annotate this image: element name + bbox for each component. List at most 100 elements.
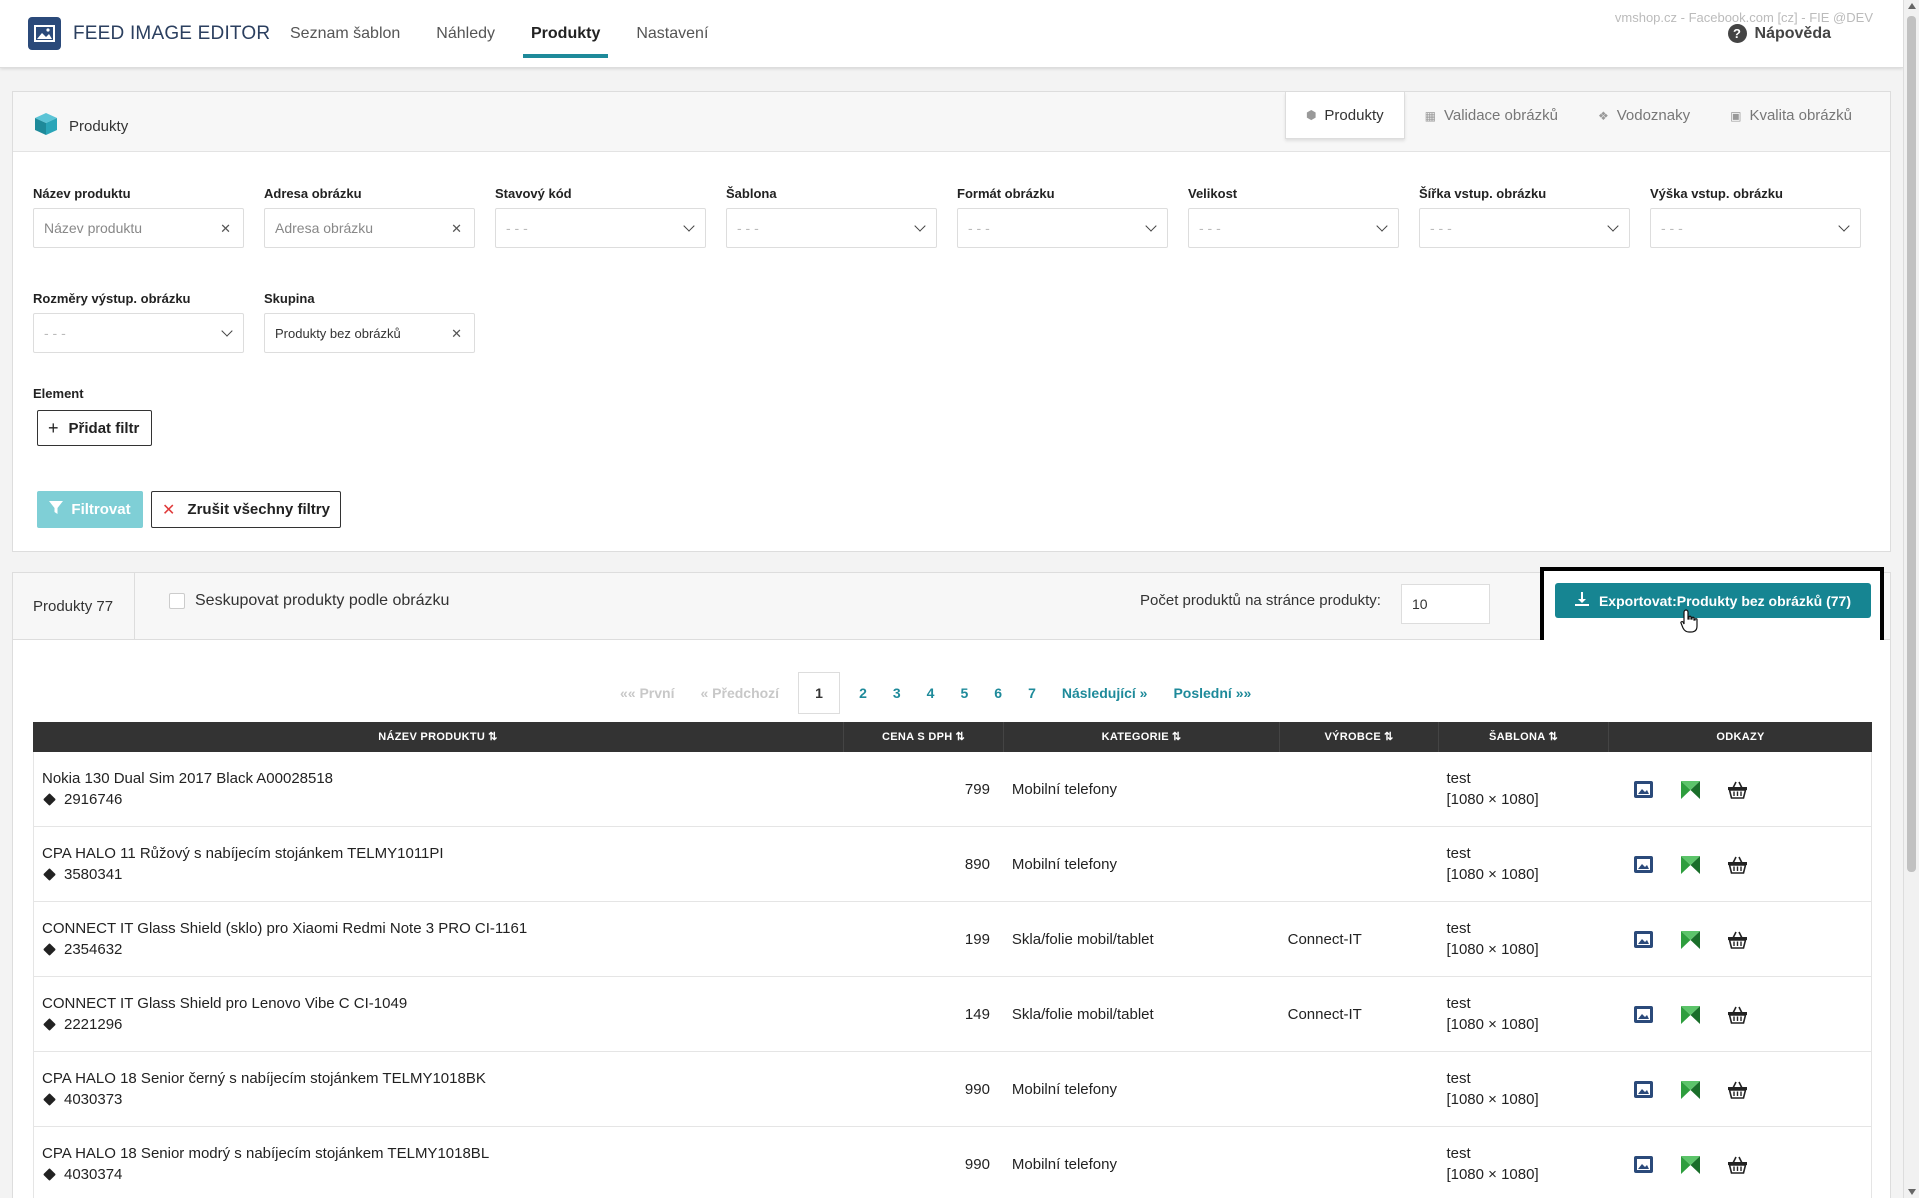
tab-image-quality[interactable]: ▣ Kvalita obrázků (1710, 92, 1872, 139)
per-page-input[interactable]: 10 (1401, 584, 1490, 624)
page-scrollbar[interactable] (1903, 0, 1919, 1198)
image-preview-icon[interactable] (1633, 1079, 1654, 1100)
nav-item-settings[interactable]: Nastavení (618, 0, 726, 68)
image-preview-icon[interactable] (1633, 854, 1654, 875)
cell-price: 149 (964, 1005, 990, 1023)
image-preview-icon[interactable] (1633, 929, 1654, 950)
download-icon (1574, 592, 1589, 609)
scroll-down-icon[interactable] (1908, 1189, 1916, 1195)
group-by-image-checkbox[interactable] (169, 593, 185, 609)
heureka-icon[interactable] (1680, 1004, 1701, 1025)
sort-icon[interactable]: ⇅ (955, 731, 965, 743)
status-code-select[interactable]: - - - (495, 208, 706, 248)
tab-watermarks-label: Vodoznaky (1616, 107, 1691, 124)
tab-watermarks[interactable]: ❖ Vodoznaky (1578, 92, 1710, 139)
filter-card-title-text: Produkty (69, 117, 129, 135)
cell-links (1608, 854, 1871, 875)
pager-page-4[interactable]: 4 (914, 673, 948, 713)
pager-page-6[interactable]: 6 (981, 673, 1015, 713)
nav-item-previews[interactable]: Náhledy (418, 0, 513, 68)
nav-item-products[interactable]: Produkty (513, 0, 618, 68)
heureka-icon[interactable] (1680, 1154, 1701, 1175)
pager-page-3[interactable]: 3 (880, 673, 914, 713)
cell-price: 990 (964, 1155, 990, 1173)
product-name[interactable]: CPA HALO 18 Senior černý s nabíjecím sto… (42, 1068, 844, 1089)
basket-icon[interactable] (1727, 1079, 1748, 1100)
pager-last[interactable]: Poslední »» (1160, 673, 1264, 713)
template-label: Šablona (726, 186, 777, 201)
shop-context-note: vmshop.cz - Facebook.com [cz] - FIE @DEV (1614, 10, 1873, 25)
clear-all-filters-button[interactable]: ✕ Zrušit všechny filtry (151, 491, 341, 528)
input-width-select[interactable]: - - - (1419, 208, 1630, 248)
product-name[interactable]: CONNECT IT Glass Shield (sklo) pro Xiaom… (42, 918, 844, 939)
cell-links (1608, 1154, 1871, 1175)
heureka-icon[interactable] (1680, 1079, 1701, 1100)
image-preview-icon[interactable] (1633, 1154, 1654, 1175)
sort-icon[interactable]: ⇅ (1548, 731, 1558, 743)
sort-icon[interactable]: ⇅ (1384, 731, 1394, 743)
image-preview-icon[interactable] (1633, 1004, 1654, 1025)
filter-button-label: Filtrovat (71, 501, 131, 518)
plus-icon: + (48, 417, 59, 438)
brand[interactable]: FEED IMAGE EDITOR (28, 17, 270, 50)
col-header-category[interactable]: KATEGORIE ⇅ (1004, 722, 1280, 752)
col-header-name[interactable]: NÁZEV PRODUKTU ⇅ (33, 722, 844, 752)
col-header-manufacturer[interactable]: VÝROBCE ⇅ (1280, 722, 1439, 752)
pager-next[interactable]: Následující » (1049, 673, 1161, 713)
product-name[interactable]: CPA HALO 18 Senior modrý s nabíjecím sto… (42, 1143, 844, 1164)
product-name[interactable]: Nokia 130 Dual Sim 2017 Black A00028518 (42, 768, 844, 789)
group-by-image-toggle[interactable]: Seskupovat produkty podle obrázku (169, 592, 449, 610)
template-name: test (1446, 1145, 1471, 1162)
pager-page-5[interactable]: 5 (947, 673, 981, 713)
scroll-thumb[interactable] (1907, 16, 1916, 872)
col-header-price[interactable]: CENA S DPH ⇅ (844, 722, 1004, 752)
help-link[interactable]: ? Nápověda (1727, 24, 1831, 43)
basket-icon[interactable] (1727, 929, 1748, 950)
main-nav: Seznam šablon Náhledy Produkty Nastavení (272, 0, 726, 68)
pager-prev[interactable]: « Předchozí (687, 673, 792, 713)
basket-icon[interactable] (1727, 779, 1748, 800)
pager-page-1[interactable]: 1 (798, 672, 841, 714)
output-dims-select[interactable]: - - - (33, 313, 244, 353)
product-name[interactable]: CONNECT IT Glass Shield pro Lenovo Vibe … (42, 993, 844, 1014)
image-url-input[interactable]: Adresa obrázku ✕ (264, 208, 475, 248)
nav-item-templates[interactable]: Seznam šablon (272, 0, 418, 68)
col-header-template[interactable]: ŠABLONA ⇅ (1439, 722, 1609, 752)
clear-icon[interactable]: ✕ (451, 326, 462, 342)
heureka-icon[interactable] (1680, 779, 1701, 800)
image-format-select[interactable]: - - - (957, 208, 1168, 248)
cell-template: test [1080 × 1080] (1438, 1143, 1608, 1185)
image-format-value: - - - (968, 220, 990, 236)
size-select[interactable]: - - - (1188, 208, 1399, 248)
cell-product: CONNECT IT Glass Shield (sklo) pro Xiaom… (34, 918, 844, 960)
pager-page-7[interactable]: 7 (1015, 673, 1049, 713)
heureka-icon[interactable] (1680, 929, 1701, 950)
tab-products[interactable]: ⬢ Produkty (1284, 92, 1405, 139)
pager-first[interactable]: «« První (607, 673, 687, 713)
clear-icon[interactable]: ✕ (220, 221, 231, 237)
heureka-icon[interactable] (1680, 854, 1701, 875)
image-preview-icon[interactable] (1633, 779, 1654, 800)
clear-icon[interactable]: ✕ (451, 221, 462, 237)
tab-image-validation[interactable]: ▦ Validace obrázků (1405, 92, 1578, 139)
basket-icon[interactable] (1727, 1004, 1748, 1025)
cell-price: 799 (964, 780, 990, 798)
product-name[interactable]: CPA HALO 11 Růžový s nabíjecím stojánkem… (42, 843, 844, 864)
input-height-select[interactable]: - - - (1650, 208, 1861, 248)
basket-icon[interactable] (1727, 854, 1748, 875)
sort-icon[interactable]: ⇅ (488, 731, 498, 743)
product-name-input[interactable]: Název produktu ✕ (33, 208, 244, 248)
filter-button[interactable]: Filtrovat (37, 491, 143, 528)
add-filter-button[interactable]: + Přidat filtr (37, 410, 152, 446)
scroll-up-icon[interactable] (1908, 3, 1916, 9)
group-select[interactable]: Produkty bez obrázků ✕ (264, 313, 475, 353)
pager-page-2[interactable]: 2 (846, 673, 880, 713)
template-select[interactable]: - - - (726, 208, 937, 248)
sort-icon[interactable]: ⇅ (1172, 731, 1182, 743)
per-page-label: Počet produktů na stránce produkty: (1140, 592, 1381, 609)
cell-product: CPA HALO 18 Senior modrý s nabíjecím sto… (34, 1143, 844, 1185)
basket-icon[interactable] (1727, 1154, 1748, 1175)
export-button[interactable]: Exportovat:Produkty bez obrázků (77) (1555, 583, 1871, 618)
product-code: 4030373 (42, 1089, 844, 1110)
col-price-label: CENA S DPH (882, 731, 953, 743)
